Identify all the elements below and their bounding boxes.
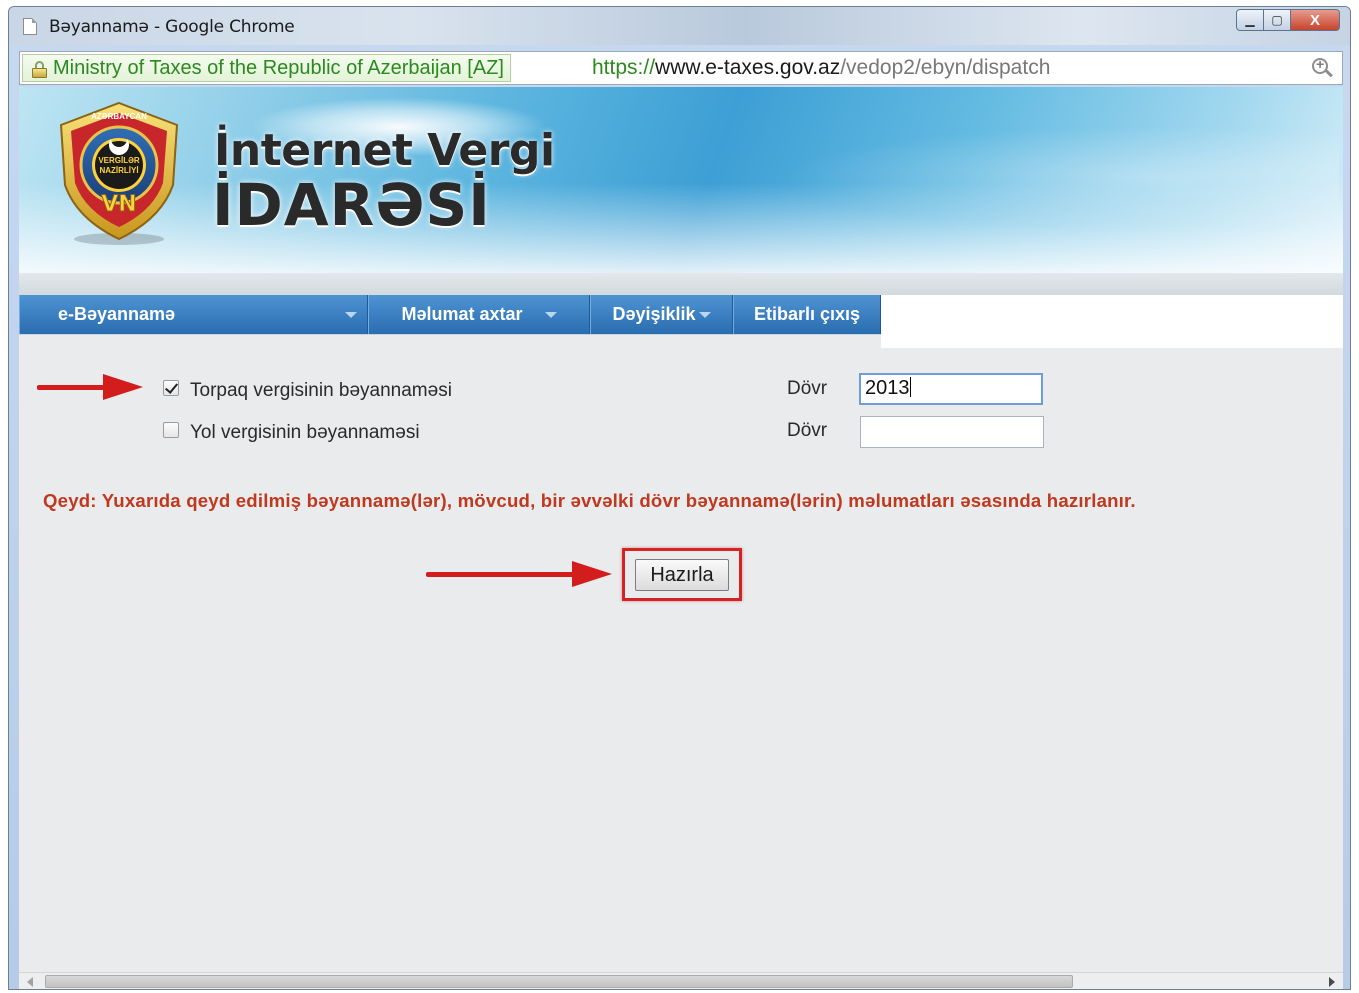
logo-title-line-2: İDARƏSİ [212,171,491,239]
ev-certificate-badge[interactable]: Ministry of Taxes of the Republic of Aze… [22,54,511,82]
menu-item-e-beyanname[interactable]: e-Bəyannamə [19,295,368,334]
annotation-arrow [426,561,616,587]
scroll-left-icon[interactable] [27,977,33,987]
highlight-box: Hazırla [622,548,742,601]
period-label: Dövr [787,378,828,399]
browser-window: Bəyannamə - Google Chrome ▁ ▢ X Ministry… [8,6,1351,990]
emblem-top-text: AZƏRBAYCAN [91,112,147,121]
chevron-down-icon [544,311,557,318]
horizontal-scrollbar[interactable] [19,972,1343,989]
page-viewport: AZƏRBAYCAN VERGİLƏR NAZİRLİYİ VN İnterne… [19,87,1343,989]
road-tax-label: Yol vergisinin bəyannaməsi [190,422,420,443]
text-cursor [909,377,911,397]
ministry-emblem-icon: AZƏRBAYCAN VERGİLƏR NAZİRLİYİ VN [59,101,179,245]
minimize-button[interactable]: ▁ [1236,9,1264,31]
menu-filler [881,295,1343,348]
period-label: Dövr [787,420,828,441]
banner-divider [19,273,1343,295]
url-path: /vedop2/ebyn/dispatch [840,56,1051,79]
menu-item-label: Etibarlı çıxış [753,304,861,324]
ev-certificate-label: Ministry of Taxes of the Republic of Aze… [53,57,504,79]
main-menu: e-Bəyannamə Məlumat axtar Dəyişiklik Eti… [19,295,881,334]
land-tax-period-value: 2013 [865,377,910,399]
url-host: www.e-taxes.gov.az [655,56,841,79]
menu-item-melumat-axtar[interactable]: Məlumat axtar [368,295,590,334]
url-scheme: https:// [592,56,656,79]
menu-divider [19,334,881,348]
emblem-monogram: VN [101,192,136,217]
menu-item-label: Dəyişiklik [612,304,696,324]
emblem-center-text-1: VERGİLƏR [98,156,140,165]
maximize-button[interactable]: ▢ [1263,9,1291,31]
chevron-down-icon [698,311,711,318]
scroll-right-icon[interactable] [1329,977,1335,987]
window-title: Bəyannamə - Google Chrome [49,17,295,37]
emblem-center-text-2: NAZİRLİYİ [99,166,138,175]
land-tax-label: Torpaq vergisinin bəyannaməsi [190,380,452,401]
declaration-row-land-tax [163,380,179,396]
logo-title-line-1: İnternet Vergi [214,125,555,176]
menu-item-label: Məlumat axtar [401,304,523,324]
menu-item-deyisiklik[interactable]: Dəyişiklik [590,295,733,334]
close-button[interactable]: X [1290,9,1340,31]
menu-item-label: e-Bəyannamə [58,304,176,324]
address-bar[interactable]: Ministry of Taxes of the Republic of Aze… [19,51,1343,85]
annotation-arrow [37,374,143,400]
land-tax-checkbox[interactable] [163,380,179,396]
zoom-icon[interactable] [1312,56,1334,80]
declaration-row-road-tax [163,422,179,438]
menu-item-etibarli-cixis[interactable]: Etibarlı çıxış [733,295,881,334]
prepare-button[interactable]: Hazırla [635,559,729,591]
window-controls: ▁ ▢ X [1236,9,1340,31]
lock-icon [32,61,47,78]
site-banner: AZƏRBAYCAN VERGİLƏR NAZİRLİYİ VN İnterne… [19,87,1343,273]
scrollbar-thumb[interactable] [45,975,1073,988]
url-text[interactable]: https://www.e-taxes.gov.az/vedop2/ebyn/d… [592,55,1050,81]
note-text: Qeyd: Yuxarıda qeyd edilmiş bəyannamə(lə… [43,490,1136,511]
chevron-down-icon [345,312,357,318]
page-icon [23,18,37,35]
road-tax-period-input[interactable] [860,416,1044,448]
land-tax-period-input[interactable]: 2013 [859,373,1043,405]
road-tax-checkbox[interactable] [163,422,179,438]
title-bar: Bəyannamə - Google Chrome ▁ ▢ X [9,7,1350,45]
